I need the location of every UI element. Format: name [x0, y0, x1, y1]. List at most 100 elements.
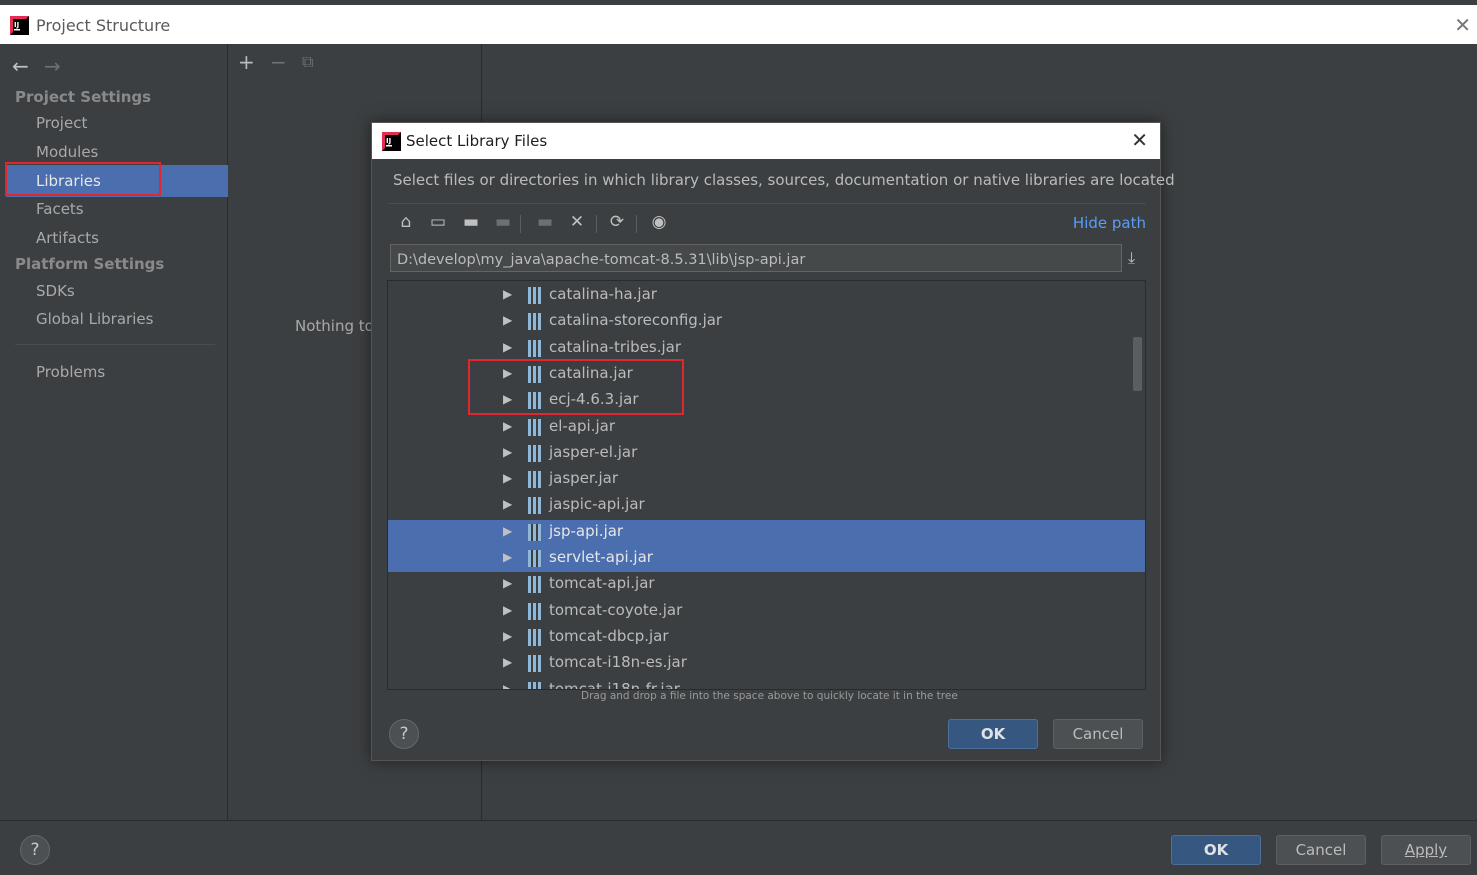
tree-row[interactable]: ▶ catalina-tribes.jar [388, 336, 1145, 362]
dialog-help-button[interactable]: ? [389, 719, 419, 749]
expand-arrow-icon[interactable]: ▶ [503, 313, 512, 327]
expand-arrow-icon[interactable]: ▶ [503, 340, 512, 354]
path-input[interactable] [390, 244, 1122, 272]
toolbar-separator [520, 215, 521, 233]
tree-row-label: tomcat-dbcp.jar [549, 626, 669, 645]
expand-arrow-icon[interactable]: ▶ [503, 603, 512, 617]
dialog-title: Select Library Files [406, 132, 548, 150]
ok-button[interactable]: OK [1171, 835, 1261, 865]
tree-row[interactable]: ▶ tomcat-dbcp.jar [388, 625, 1145, 651]
tree-row[interactable]: ▶ catalina-storeconfig.jar [388, 309, 1145, 335]
project-folder-icon[interactable]: ▬ [459, 212, 483, 232]
tree-row-label: servlet-api.jar [549, 548, 653, 566]
expand-arrow-icon[interactable]: ▶ [503, 419, 512, 433]
jar-file-icon [528, 444, 541, 462]
hide-path-link[interactable]: Hide path [1073, 214, 1146, 232]
jar-file-icon [528, 418, 541, 436]
expand-arrow-icon[interactable]: ▶ [503, 655, 512, 669]
select-library-files-dialog: IJ Select Library Files ✕ Select files o… [371, 122, 1175, 761]
close-icon[interactable]: ✕ [1131, 128, 1148, 152]
jar-file-icon [528, 313, 541, 331]
download-icon[interactable]: ⤓ [1128, 248, 1135, 268]
jar-file-icon [528, 628, 541, 646]
help-button[interactable]: ? [20, 835, 50, 865]
tree-row[interactable]: ▶ tomcat-coyote.jar [388, 599, 1145, 625]
refresh-icon[interactable]: ⟳ [605, 212, 629, 232]
file-tree[interactable]: ▶ catalina-ha.jar ▶ catalina-storeconfig.ja… [387, 280, 1146, 690]
jar-file-icon [528, 655, 541, 673]
back-arrow-icon[interactable]: ← [12, 54, 29, 78]
tree-row[interactable]: ▶ el-api.jar [388, 415, 1145, 441]
show-hidden-icon[interactable]: ◉ [647, 212, 671, 232]
window-title: Project Structure [36, 16, 171, 35]
jar-file-icon [528, 287, 541, 304]
copy-icon[interactable]: ⧉ [302, 52, 313, 72]
annotation-box-selected-jars [468, 359, 684, 415]
cancel-button[interactable]: Cancel [1276, 835, 1366, 865]
expand-arrow-icon[interactable]: ▶ [503, 445, 512, 459]
intellij-logo-icon: IJ [382, 132, 401, 151]
tree-row-label: catalina-storeconfig.jar [549, 311, 723, 330]
sidebar-item-problems[interactable]: Problems [36, 363, 105, 381]
sidebar-item-project[interactable]: Project [36, 114, 87, 132]
tree-row-label: el-api.jar [549, 416, 615, 435]
home-icon[interactable]: ⌂ [394, 212, 418, 232]
jar-file-icon [528, 523, 541, 541]
forward-arrow-icon[interactable]: → [44, 54, 61, 78]
svg-text:IJ: IJ [386, 137, 391, 145]
close-icon[interactable]: ✕ [1454, 13, 1471, 37]
expand-arrow-icon[interactable]: ▶ [503, 524, 512, 538]
dialog-description: Select files or directories in which lib… [393, 171, 1175, 189]
module-folder-icon[interactable]: ▬ [491, 212, 515, 232]
jar-file-icon [528, 602, 541, 620]
expand-arrow-icon[interactable]: ▶ [503, 576, 512, 590]
jar-file-icon [528, 681, 541, 689]
dialog-ok-button[interactable]: OK [948, 719, 1038, 749]
tree-row-label: jsp-api.jar [549, 521, 624, 540]
bottom-bar: ? OK Cancel Apply [0, 820, 1477, 875]
tree-row-label: tomcat-i18n-fr.jar [549, 679, 680, 690]
jar-file-icon [528, 339, 541, 357]
sidebar-item-modules[interactable]: Modules [36, 143, 98, 161]
new-folder-icon[interactable]: ▬ [533, 212, 557, 232]
expand-arrow-icon[interactable]: ▶ [503, 497, 512, 511]
tree-row-label: tomcat-i18n-es.jar [549, 653, 687, 672]
drag-drop-hint: Drag and drop a file into the space abov… [581, 690, 958, 702]
toolbar-separator [636, 215, 637, 233]
expand-arrow-icon[interactable]: ▶ [503, 682, 512, 690]
sidebar-item-artifacts[interactable]: Artifacts [36, 229, 99, 247]
annotation-box-libraries [5, 162, 161, 196]
tree-row[interactable]: ▶ servlet-api.jar [388, 546, 1145, 572]
tree-row[interactable]: ▶ tomcat-api.jar [388, 572, 1145, 598]
tree-row-label: jasper-el.jar [549, 442, 638, 461]
apply-button[interactable]: Apply [1381, 835, 1471, 865]
add-icon[interactable]: + [238, 50, 255, 74]
tree-row[interactable]: ▶ tomcat-i18n-fr.jar [388, 678, 1145, 690]
desktop-icon[interactable]: ▭ [426, 212, 450, 232]
tree-row[interactable]: ▶ jsp-api.jar [388, 519, 1145, 546]
sidebar: ← → Project Settings Project Modules Lib… [0, 44, 228, 820]
jar-file-icon [528, 497, 541, 515]
expand-arrow-icon[interactable]: ▶ [503, 550, 512, 564]
toolbar-separator [596, 215, 597, 233]
tree-row[interactable]: ▶ jasper-el.jar [388, 441, 1145, 467]
dialog-cancel-button[interactable]: Cancel [1053, 719, 1143, 749]
tree-row-label: catalina-ha.jar [549, 285, 657, 303]
tree-row[interactable]: ▶ jaspic-api.jar [388, 493, 1145, 519]
expand-arrow-icon[interactable]: ▶ [503, 471, 512, 485]
tree-row[interactable]: ▶ catalina-ha.jar [388, 283, 1145, 309]
sidebar-item-sdks[interactable]: SDKs [36, 282, 75, 300]
sidebar-item-global-libraries[interactable]: Global Libraries [36, 310, 153, 328]
tree-row-label: jasper.jar [549, 469, 619, 488]
project-settings-header: Project Settings [15, 88, 152, 106]
expand-arrow-icon[interactable]: ▶ [503, 629, 512, 643]
sidebar-item-facets[interactable]: Facets [36, 200, 84, 218]
tree-row[interactable]: ▶ jasper.jar [388, 467, 1145, 493]
delete-icon[interactable]: ✕ [565, 212, 589, 232]
jar-file-icon [528, 550, 541, 567]
tree-row-label: jaspic-api.jar [549, 495, 645, 514]
tree-row[interactable]: ▶ tomcat-i18n-es.jar [388, 651, 1145, 677]
scrollbar-thumb[interactable] [1133, 337, 1142, 391]
expand-arrow-icon[interactable]: ▶ [503, 287, 512, 301]
remove-icon[interactable]: − [270, 50, 287, 74]
